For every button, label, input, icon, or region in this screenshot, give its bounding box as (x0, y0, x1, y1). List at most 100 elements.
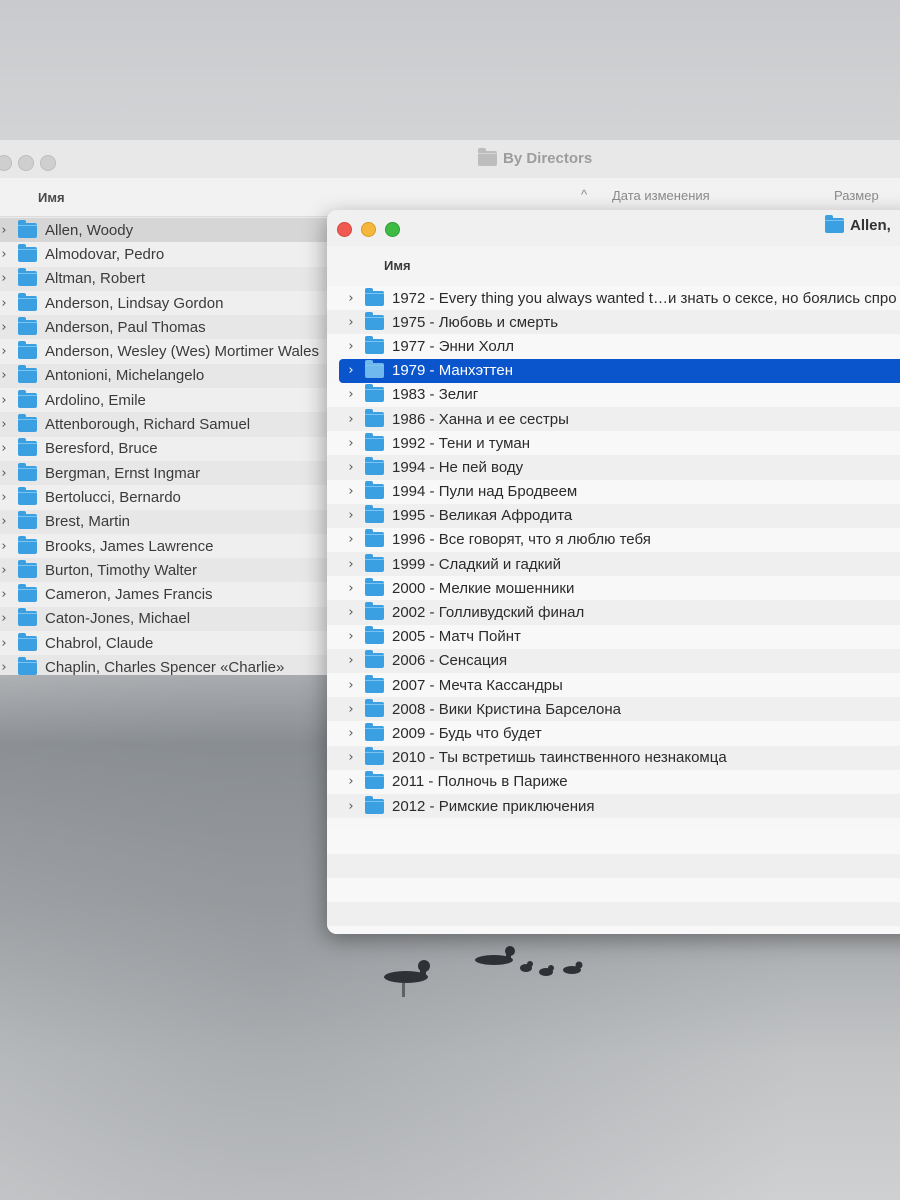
chevron-right-icon[interactable]: › (0, 320, 10, 335)
folder-row[interactable]: › Almodovar, Pedro (0, 242, 330, 267)
folder-row[interactable]: › 1994 - Пули над Бродвеем (327, 479, 900, 504)
folder-row[interactable]: › Chaplin, Charles Spencer «Charlie» (0, 655, 330, 675)
folder-row[interactable]: › 1975 - Любовь и смерть (327, 310, 900, 335)
chevron-right-icon[interactable]: › (0, 490, 10, 505)
folder-row[interactable]: › 2005 - Матч Пойнт (327, 624, 900, 649)
folder-row[interactable]: › Attenborough, Richard Samuel (0, 412, 330, 437)
zoom-button[interactable] (385, 222, 400, 237)
chevron-right-icon[interactable]: › (0, 368, 10, 383)
chevron-right-icon[interactable]: › (345, 363, 357, 378)
chevron-right-icon[interactable]: › (345, 387, 357, 402)
folder-row[interactable]: › Bertolucci, Bernardo (0, 485, 330, 510)
folder-row[interactable]: › 2000 - Мелкие мошенники (327, 576, 900, 601)
chevron-right-icon[interactable]: › (0, 514, 10, 529)
column-header-name[interactable]: Имя (384, 258, 411, 273)
chevron-right-icon[interactable]: › (0, 296, 10, 311)
folder-row[interactable]: › 1972 - Every thing you always wanted t…… (327, 286, 900, 311)
chevron-right-icon[interactable]: › (0, 247, 10, 262)
chevron-right-icon[interactable]: › (345, 799, 357, 814)
chevron-right-icon[interactable]: › (345, 460, 357, 475)
chevron-right-icon[interactable]: › (345, 774, 357, 789)
folder-row[interactable]: › 1992 - Тени и туман (327, 431, 900, 456)
chevron-right-icon[interactable]: › (0, 466, 10, 481)
folder-row-label: Brest, Martin (45, 513, 131, 531)
folder-row[interactable]: › 1999 - Сладкий и гадкий (327, 552, 900, 577)
chevron-right-icon[interactable]: › (345, 678, 357, 693)
folder-icon (18, 292, 37, 311)
chevron-right-icon[interactable]: › (345, 315, 357, 330)
chevron-right-icon[interactable]: › (0, 417, 10, 432)
folder-row[interactable]: › 1979 - Манхэттен (339, 358, 900, 383)
folder-row[interactable]: › 1983 - Зелиг (327, 382, 900, 407)
chevron-right-icon[interactable]: › (345, 653, 357, 668)
folder-row[interactable]: › 2009 - Будь что будет (327, 721, 900, 746)
chevron-right-icon[interactable]: › (345, 412, 357, 427)
folder-row[interactable]: › 2012 - Римские приключения (327, 793, 900, 819)
folder-icon (365, 408, 384, 427)
chevron-right-icon[interactable]: › (0, 587, 10, 602)
folder-row[interactable]: › Brest, Martin (0, 509, 330, 534)
chevron-right-icon[interactable]: › (345, 726, 357, 741)
minimize-button[interactable] (18, 155, 34, 171)
folder-row[interactable]: › Anderson, Lindsay Gordon (0, 290, 330, 316)
chevron-right-icon[interactable]: › (345, 629, 357, 644)
folder-row[interactable]: › Allen, Woody (0, 218, 330, 243)
folder-row[interactable]: › Ardolino, Emile (0, 388, 330, 413)
folder-row[interactable]: › Burton, Timothy Walter (0, 558, 330, 583)
folder-row[interactable]: › 2010 - Ты встретишь таинственного незна… (327, 745, 900, 770)
chevron-right-icon[interactable]: › (345, 557, 357, 572)
folder-row[interactable]: › Caton-Jones, Michael (0, 606, 330, 632)
chevron-right-icon[interactable]: › (345, 581, 357, 596)
chevron-right-icon[interactable]: › (0, 636, 10, 651)
folder-row[interactable]: › 1986 - Ханна и ее сестры (327, 406, 900, 432)
folder-row[interactable]: › 2002 - Голливудский финал (327, 600, 900, 625)
folder-row[interactable]: › Cameron, James Francis (0, 582, 330, 607)
folder-row-label: Chabrol, Claude (45, 634, 154, 652)
folder-row[interactable]: › Altman, Robert (0, 266, 330, 291)
chevron-right-icon[interactable]: › (0, 271, 10, 286)
chevron-right-icon[interactable]: › (345, 702, 357, 717)
chevron-right-icon[interactable]: › (345, 605, 357, 620)
chevron-right-icon[interactable]: › (345, 436, 357, 451)
folder-row[interactable]: › Beresford, Bruce (0, 436, 330, 461)
folder-row[interactable]: › 2008 - Вики Кристина Барселона (327, 697, 900, 722)
folder-row[interactable]: › Bergman, Ernst Ingmar (0, 460, 330, 486)
chevron-right-icon[interactable]: › (0, 660, 10, 675)
folder-row[interactable]: › Anderson, Paul Thomas (0, 315, 330, 340)
window-title: By Directors (478, 148, 592, 167)
zoom-button[interactable] (40, 155, 56, 171)
chevron-right-icon[interactable]: › (345, 291, 357, 306)
chevron-right-icon[interactable]: › (0, 563, 10, 578)
column-header-size[interactable]: Размер (834, 188, 879, 203)
folder-row[interactable]: › 2007 - Мечта Кассандры (327, 673, 900, 698)
chevron-right-icon[interactable]: › (345, 339, 357, 354)
folder-row[interactable]: › Anderson, Wesley (Wes) Mortimer Wales (0, 339, 330, 364)
minimize-button[interactable] (361, 222, 376, 237)
folder-row[interactable]: › 1977 - Энни Холл (327, 334, 900, 359)
folder-row[interactable]: › Chabrol, Claude (0, 631, 330, 656)
chevron-right-icon[interactable]: › (0, 393, 10, 408)
folder-row[interactable]: › 2006 - Сенсация (327, 648, 900, 673)
folder-row-label: Burton, Timothy Walter (45, 561, 197, 579)
chevron-right-icon[interactable]: › (345, 750, 357, 765)
column-header-date-modified[interactable]: Дата изменения (612, 188, 710, 203)
chevron-right-icon[interactable]: › (0, 223, 10, 238)
chevron-right-icon[interactable]: › (345, 484, 357, 499)
folder-row[interactable]: › Brooks, James Lawrence (0, 533, 330, 559)
folder-icon (18, 608, 37, 627)
chevron-right-icon[interactable]: › (0, 344, 10, 359)
chevron-right-icon[interactable]: › (345, 508, 357, 523)
column-header-name[interactable]: Имя (38, 190, 65, 205)
chevron-right-icon[interactable]: › (345, 532, 357, 547)
folder-row[interactable]: › 2011 - Полночь в Париже (327, 769, 900, 794)
folder-row[interactable]: › 1995 - Великая Афродита (327, 503, 900, 528)
folder-row-label: 2011 - Полночь в Париже (392, 773, 568, 791)
chevron-right-icon[interactable]: › (0, 441, 10, 456)
chevron-right-icon[interactable]: › (0, 611, 10, 626)
close-button[interactable] (0, 155, 12, 171)
folder-row[interactable]: › 1996 - Все говорят, что я люблю тебя (327, 527, 900, 553)
folder-row[interactable]: › Antonioni, Michelangelo (0, 363, 330, 389)
folder-row[interactable]: › 1994 - Не пей воду (327, 455, 900, 480)
chevron-right-icon[interactable]: › (0, 539, 10, 554)
close-button[interactable] (337, 222, 352, 237)
